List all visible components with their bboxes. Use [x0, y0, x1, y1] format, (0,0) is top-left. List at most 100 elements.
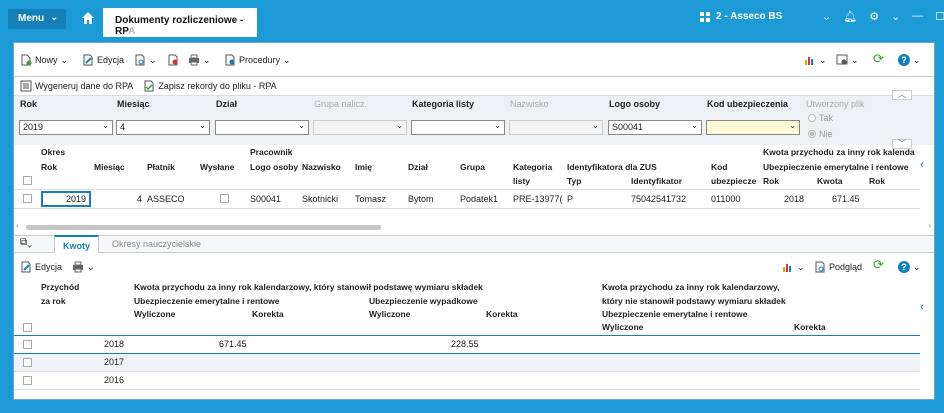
- refresh-icon[interactable]: ⟳: [873, 51, 884, 67]
- minimize-icon[interactable]: —: [912, 10, 923, 23]
- scrollbar-thumb[interactable]: [26, 225, 381, 230]
- menu-button[interactable]: Menu ⌄: [8, 9, 66, 29]
- table-row[interactable]: 2018 671.45 228.55: [14, 336, 920, 353]
- col-header[interactable]: Typ: [567, 176, 581, 186]
- header-wypadek: Ubezpieczenie wypadkowe: [369, 296, 478, 306]
- table-row[interactable]: 2016: [14, 372, 920, 389]
- main-panel: Nowy ⌄ Edycja ⌄ ⌄ Procedury ⌄ ⌄ ⌄ ⟳ ? ⌄ …: [13, 42, 935, 400]
- lower-edycja-button[interactable]: Edycja: [20, 261, 62, 273]
- wygeneruj-button[interactable]: Wygeneruj dane do RPA: [20, 80, 133, 92]
- tab-okresy[interactable]: Okresy nauczycielskie: [106, 238, 207, 250]
- col-header[interactable]: Rok: [869, 176, 885, 186]
- chevron-down-icon: ⌄: [396, 121, 403, 130]
- col-header[interactable]: Wysłane: [200, 162, 234, 172]
- chevron-down-icon: ⌄: [60, 54, 69, 65]
- col-header[interactable]: Rok: [41, 162, 57, 172]
- divider: [14, 208, 920, 209]
- col-header[interactable]: Nazwisko: [302, 162, 341, 172]
- help-button[interactable]: ? ⌄: [898, 54, 921, 66]
- nazwisko-select: ⌄: [509, 120, 603, 135]
- col-header[interactable]: Płatnik: [147, 162, 175, 172]
- layout-icon[interactable]: ⧉⌄: [20, 237, 32, 248]
- miesiac-select[interactable]: 4 ⌄: [116, 120, 210, 135]
- col-header[interactable]: Miesiąc: [94, 162, 125, 172]
- radio-nie[interactable]: Nie: [808, 129, 833, 139]
- col-header[interactable]: Identyfikator: [631, 176, 682, 186]
- zapisz-button[interactable]: Zapisz rekordy do pliku - RPA: [143, 80, 277, 92]
- header-korekta[interactable]: Korekta: [486, 309, 518, 319]
- chevron-down-icon[interactable]: ⌄: [891, 10, 900, 23]
- edycja-button[interactable]: Edycja: [82, 54, 124, 66]
- header-wyliczone-2[interactable]: Wyliczone: [602, 322, 643, 332]
- wygeneruj-label: Wygeneruj dane do RPA: [35, 81, 134, 91]
- group-header-okres: Okres: [41, 147, 66, 157]
- radio-dot: [808, 130, 816, 138]
- maximize-icon[interactable]: ☐: [935, 10, 944, 23]
- select-all-checkbox[interactable]: [23, 176, 32, 185]
- cell-nazwisko: Skotnicki: [302, 194, 339, 204]
- header-wyliczone[interactable]: Wyliczone: [134, 309, 175, 319]
- kod-select[interactable]: ⌄: [706, 120, 800, 135]
- cell-kod: 011000: [711, 194, 741, 204]
- col-header[interactable]: Imię: [355, 162, 372, 172]
- lower-print-button[interactable]: ⌄: [72, 261, 95, 273]
- cell-rok[interactable]: 2019: [41, 191, 91, 207]
- col-header[interactable]: Dział: [408, 162, 428, 172]
- cell-rok2: 2018: [784, 194, 805, 204]
- wyslane-checkbox[interactable]: [220, 194, 229, 203]
- header-korekta-2[interactable]: Korekta: [794, 322, 826, 332]
- col-header[interactable]: Kwota: [817, 176, 843, 186]
- radio-tak[interactable]: Tak: [808, 113, 833, 123]
- lower-help-button[interactable]: ? ⌄: [898, 261, 921, 273]
- print-button[interactable]: ⌄: [188, 54, 211, 66]
- col-header[interactable]: Rok: [763, 176, 779, 186]
- home-icon[interactable]: [80, 10, 96, 26]
- col-header[interactable]: Kod: [711, 162, 728, 172]
- nowy-button[interactable]: Nowy ⌄: [20, 54, 68, 66]
- filter-label-utworzony: Utworzony plik: [806, 99, 865, 109]
- select-all-checkbox[interactable]: [23, 323, 32, 332]
- header-przychod: Przychód: [41, 282, 80, 292]
- header-wyliczone[interactable]: Wyliczone: [369, 309, 410, 319]
- table-row[interactable]: 2017: [14, 354, 920, 371]
- chevron-down-icon[interactable]: ⌄: [822, 10, 831, 23]
- settings-button[interactable]: ⌄: [836, 54, 859, 66]
- row-checkbox[interactable]: [23, 376, 32, 385]
- col-header[interactable]: Grupa: [460, 162, 485, 172]
- col-header[interactable]: Logo osoby: [250, 162, 298, 172]
- horizontal-scrollbar[interactable]: ‹ ›: [16, 221, 931, 232]
- chevron-down-icon: ⌄: [87, 261, 95, 272]
- tab-dokumenty[interactable]: Dokumenty rozliczeniowe - RPA: [103, 8, 257, 37]
- company-selector[interactable]: 2 - Asseco BS: [700, 11, 782, 22]
- tab-kwoty[interactable]: Kwoty: [54, 235, 99, 253]
- chart-button[interactable]: ⌄: [804, 54, 827, 66]
- refresh-icon[interactable]: ⟳: [873, 257, 884, 273]
- chevron-left-icon[interactable]: ‹: [920, 159, 924, 171]
- col-header[interactable]: Kategoria: [513, 162, 552, 172]
- gear-icon[interactable]: ⚙: [869, 10, 879, 23]
- dzial-select[interactable]: ⌄: [215, 120, 309, 135]
- rok-select[interactable]: 2019 ⌄: [19, 120, 113, 135]
- logo-select[interactable]: S00041 ⌄: [608, 120, 702, 135]
- chevron-left-icon[interactable]: ‹: [920, 301, 924, 313]
- row-checkbox[interactable]: [23, 194, 32, 203]
- view-button[interactable]: ⌄: [134, 54, 157, 66]
- delete-button[interactable]: [167, 54, 179, 66]
- kategoria-select[interactable]: ⌄: [411, 120, 505, 135]
- row-checkbox[interactable]: [23, 340, 32, 349]
- table-row[interactable]: 2019 4 ASSECO S00041 Skotnicki Tomasz By…: [14, 190, 920, 208]
- podglad-button[interactable]: Podgląd: [814, 261, 862, 273]
- collapse-up-icon[interactable]: ︿: [892, 90, 912, 100]
- header-za-rok[interactable]: za rok: [41, 296, 66, 306]
- lower-chart-button[interactable]: ⌄: [782, 261, 805, 273]
- cell-grupa: Podatek1: [460, 194, 499, 204]
- filter-label-dzial: Dział: [216, 99, 238, 109]
- filter-label-nazwisko: Nazwisko: [510, 99, 549, 109]
- header-korekta[interactable]: Korekta: [252, 309, 284, 319]
- filter-label-grupa: Grupa nalicz.: [314, 99, 368, 109]
- bell-icon[interactable]: 🔔︎: [843, 10, 857, 23]
- row-checkbox[interactable]: [23, 358, 32, 367]
- scroll-right-icon[interactable]: ›: [928, 221, 931, 230]
- scroll-left-icon[interactable]: ‹: [16, 221, 19, 230]
- procedury-button[interactable]: Procedury ⌄: [224, 54, 291, 66]
